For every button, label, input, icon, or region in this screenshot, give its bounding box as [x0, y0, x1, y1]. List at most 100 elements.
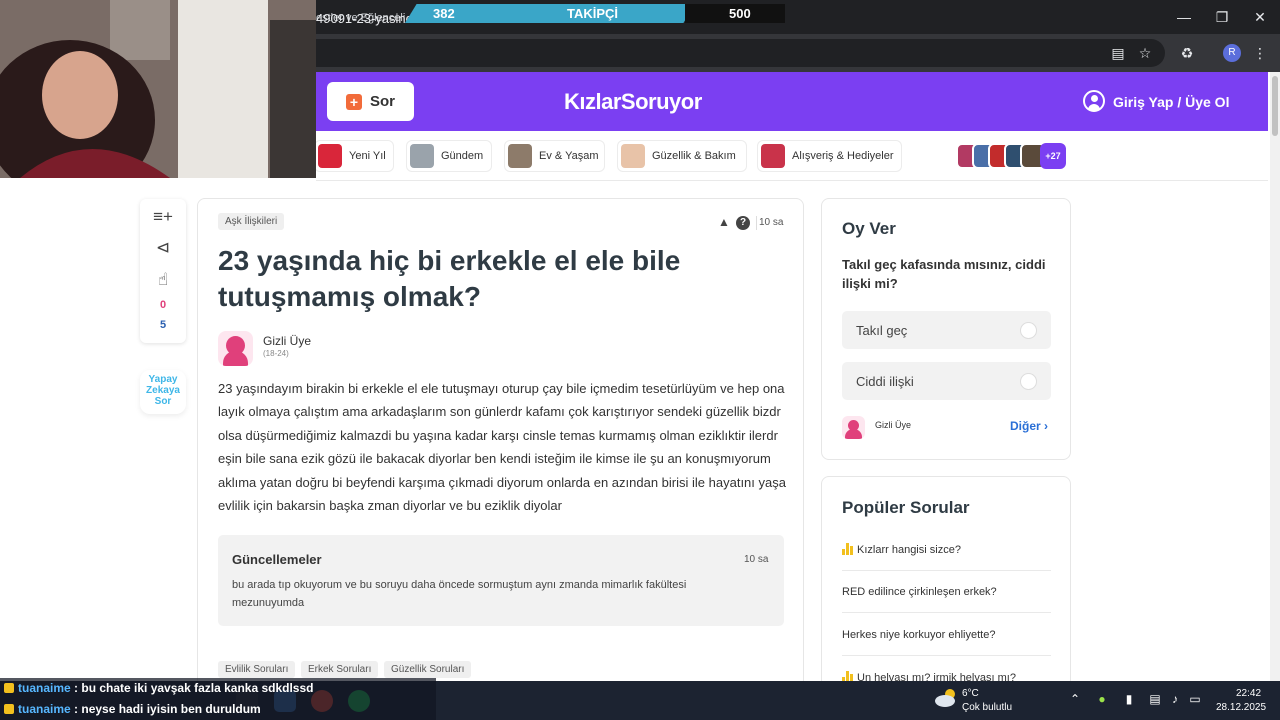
updates-box: Güncellemeler 10 sa bu arada tıp okuyoru… [218, 535, 784, 626]
follower-label: TAKİPÇİ [567, 6, 619, 21]
more-categories[interactable]: +27 [956, 143, 1071, 171]
clock-time[interactable]: 22:42 [1236, 688, 1261, 699]
install-app-icon[interactable]: ▤ [1108, 43, 1128, 63]
poll-author-avatar[interactable] [842, 416, 865, 439]
category-alisveris-hediyeler[interactable]: Alışveriş & Hediyeler [757, 140, 902, 172]
question-action-rail: ≡+ ⊲ ☝ 0 5 [140, 199, 186, 343]
question-meta: ▲ ? 10 sa [718, 215, 788, 231]
close-icon[interactable]: ✕ [1245, 6, 1275, 28]
category-label: Yeni Yıl [349, 150, 386, 162]
follower-goal-bar: 382 TAKİPÇİ 500 [405, 4, 785, 23]
popular-question-text: Herkes niye korkuyor ehliyette? [842, 629, 996, 641]
popular-question-item[interactable]: Herkes niye korkuyor ehliyette? [842, 614, 1051, 656]
network-icon[interactable]: ▤ [1147, 691, 1163, 707]
fire-icon: ▲ [718, 215, 730, 229]
menu-dots-icon[interactable]: ⋮ [1250, 43, 1270, 63]
weather-description[interactable]: Çok bulutlu [962, 702, 1012, 713]
follower-count: 382 [433, 6, 455, 21]
poll-author[interactable]: Gizli Üye [875, 420, 911, 430]
category-row: Yeni Yıl Gündem Ev & Yaşam Güzellik & Ba… [314, 131, 1268, 181]
chevron-right-icon: › [1044, 419, 1049, 433]
webcam-image [0, 0, 316, 178]
poll-bars-icon [842, 543, 854, 555]
chevron-up-icon[interactable]: ⌃ [1067, 691, 1083, 707]
popular-question-item[interactable]: Kızlarr hangisi sizce? [842, 529, 1051, 571]
question-topic-tag[interactable]: Aşk İlişkileri [218, 213, 285, 230]
extensions-icon[interactable]: ♻ [1177, 43, 1197, 63]
ask-button-label: Sor [370, 93, 396, 110]
ask-button[interactable]: + Sor [327, 82, 414, 121]
opinion-count: 5 [159, 319, 167, 331]
plus-icon: + [346, 94, 362, 110]
radio-button[interactable] [1020, 373, 1037, 390]
share-icon[interactable]: ⊲ [152, 237, 174, 259]
clock-date[interactable]: 28.12.2025 [1216, 702, 1266, 713]
login-label: Giriş Yap / Üye Ol [1113, 94, 1230, 110]
category-image-icon [318, 144, 342, 168]
popular-questions-card: Popüler Sorular Kızlarr hangisi sizce? R… [821, 476, 1071, 688]
chat-username: tuanaime [18, 702, 71, 716]
poll-option[interactable]: Ciddi ilişki [842, 362, 1051, 400]
related-tags: Evlilik Soruları Erkek Soruları Güzellik… [218, 661, 778, 679]
category-label: Gündem [441, 150, 484, 162]
poll-more-link[interactable]: Diğer › [1010, 419, 1048, 433]
follower-goal: 500 [729, 6, 751, 21]
chat-text: : neyse hadi iyisin ben duruldum [74, 702, 261, 716]
poll-heading: Oy Ver [842, 219, 896, 238]
question-card: Aşk İlişkileri ▲ ? 10 sa 23 yaşında hiç … [197, 198, 804, 688]
url-field[interactable] [300, 39, 1165, 67]
cloudy-weather-icon[interactable] [934, 687, 958, 709]
update-text: bu arada tıp okuyorum ve bu soruyu daha … [232, 579, 687, 609]
page-scrollbar[interactable] [1270, 72, 1280, 682]
ask-ai-button[interactable]: Yapay Zekaya Sor [140, 370, 186, 414]
add-to-list-icon[interactable]: ≡+ [152, 206, 174, 228]
scroll-thumb[interactable] [1272, 76, 1278, 136]
question-mark-icon: ? [736, 216, 750, 230]
question-time: 10 sa [759, 217, 784, 228]
author-age: (18-24) [263, 349, 289, 358]
weather-temperature[interactable]: 6°C [962, 688, 979, 699]
question-title: 23 yaşında hiç bi erkekle el ele bile tu… [218, 245, 681, 312]
thumbs-up-icon[interactable]: ☝ [152, 269, 174, 291]
author-name[interactable]: Gizli Üye [263, 334, 311, 348]
related-tag[interactable]: Güzellik Soruları [384, 661, 472, 678]
bookmark-star-icon[interactable]: ☆ [1135, 43, 1155, 63]
meta-divider [756, 216, 757, 230]
chat-message: tuanaime : bu chate iki yavşak fazla kan… [4, 681, 313, 695]
category-guzellik-bakim[interactable]: Güzellik & Bakım [617, 140, 747, 172]
site-logo[interactable]: KızlarSoruyor [564, 89, 702, 115]
category-gundem[interactable]: Gündem [406, 140, 492, 172]
related-tag[interactable]: Evlilik Soruları [218, 661, 296, 678]
related-tag[interactable]: Erkek Soruları [301, 661, 379, 678]
site-header: + Sor KızlarSoruyor Giriş Yap / Üye Ol [316, 72, 1268, 131]
radio-button[interactable] [1020, 322, 1037, 339]
more-categories-count[interactable]: +27 [1040, 143, 1066, 169]
minimize-icon[interactable]: — [1169, 6, 1199, 28]
category-image-icon [761, 144, 785, 168]
author-avatar[interactable] [218, 331, 253, 366]
poll-question[interactable]: Takıl geç kafasında mısınız, ciddi ilişk… [842, 255, 1052, 293]
question-body: 23 yaşındayım birakin bi erkekle el ele … [218, 381, 786, 514]
battery-icon[interactable]: ▭ [1187, 691, 1203, 707]
category-yeni-yil[interactable]: Yeni Yıl [314, 140, 394, 172]
webcam-overlay [0, 0, 316, 178]
chat-message: tuanaime : neyse hadi iyisin ben duruldu… [4, 702, 261, 716]
category-image-icon [508, 144, 532, 168]
popular-question-item[interactable]: RED edilince çirkinleşen erkek? [842, 571, 1051, 613]
chat-badge-icon [4, 683, 14, 693]
profile-avatar[interactable]: R [1223, 44, 1241, 62]
update-time: 10 sa [744, 554, 769, 565]
poll-option[interactable]: Takıl geç [842, 311, 1051, 349]
poll-more-label: Diğer [1010, 419, 1041, 433]
tray-app-icon[interactable]: ● [1094, 691, 1110, 707]
speaker-icon[interactable]: ♪ [1167, 691, 1183, 707]
popular-question-text: RED edilince çirkinleşen erkek? [842, 586, 997, 598]
category-image-icon [410, 144, 434, 168]
microphone-icon[interactable]: ▮ [1121, 691, 1137, 707]
category-ev-yasam[interactable]: Ev & Yaşam [504, 140, 605, 172]
chat-badge-icon [4, 704, 14, 714]
stream-chat-overlay: tuanaime : bu chate iki yavşak fazla kan… [0, 678, 436, 720]
chat-text: : bu chate iki yavşak fazla kanka sdkdls… [74, 681, 314, 695]
restore-icon[interactable]: ❐ [1207, 6, 1237, 28]
poll-option-label: Ciddi ilişki [856, 374, 914, 389]
